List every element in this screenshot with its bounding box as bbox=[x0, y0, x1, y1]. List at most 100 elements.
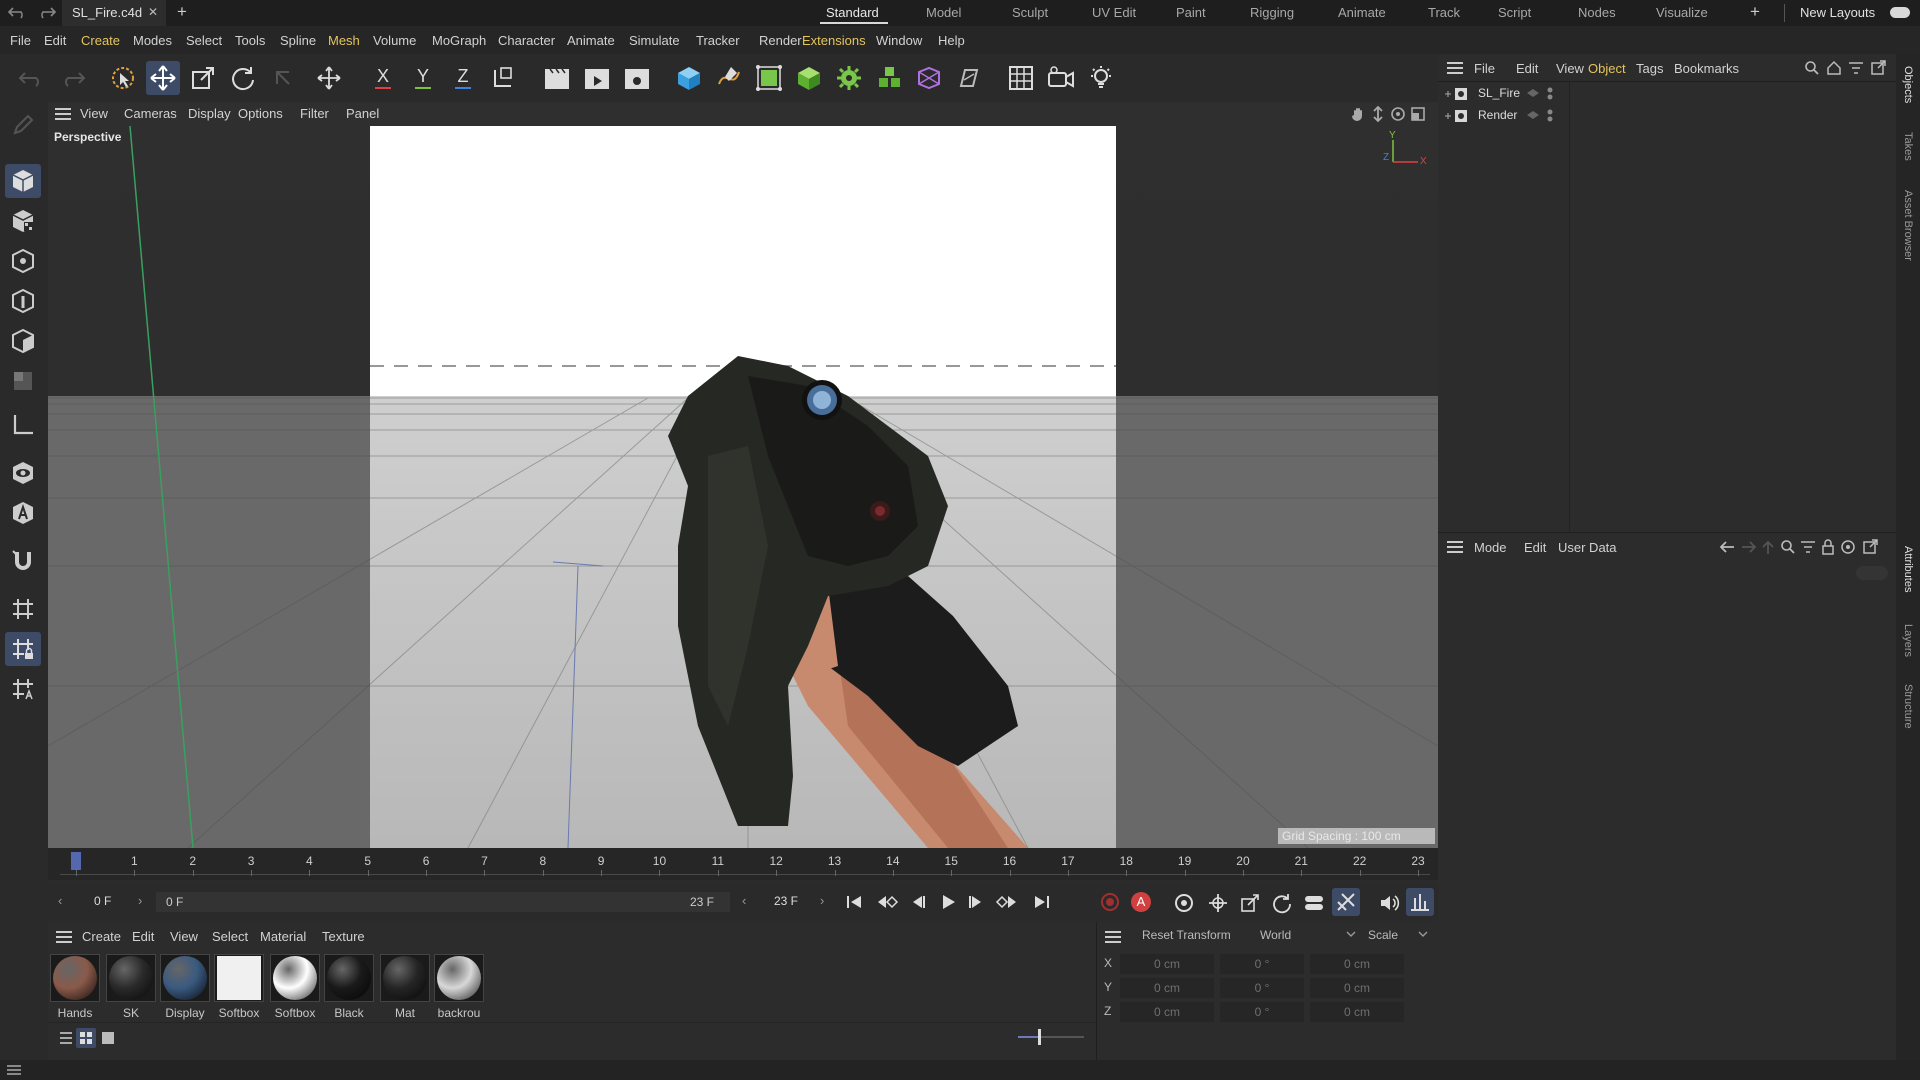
filter-icon[interactable] bbox=[1800, 539, 1816, 555]
layout-tab-visualize[interactable]: Visualize bbox=[1656, 5, 1708, 20]
key-pla-icon[interactable] bbox=[1332, 888, 1360, 916]
rotation-field[interactable]: 0 ° bbox=[1220, 978, 1304, 998]
pan-hand-icon[interactable] bbox=[1350, 106, 1366, 122]
sound-icon[interactable] bbox=[1378, 892, 1400, 914]
hamburger-icon[interactable] bbox=[54, 107, 72, 121]
render-picture-viewer-icon[interactable] bbox=[580, 61, 614, 95]
layout-tab-uv-edit[interactable]: UV Edit bbox=[1092, 5, 1136, 20]
menu-simulate[interactable]: Simulate bbox=[629, 33, 680, 48]
menu-edit[interactable]: Edit bbox=[44, 33, 66, 48]
filter-icon[interactable] bbox=[1848, 60, 1864, 76]
menu-select[interactable]: Select bbox=[186, 33, 222, 48]
key-position-icon[interactable] bbox=[1207, 892, 1229, 914]
search-icon[interactable] bbox=[1780, 539, 1796, 555]
key-rotation-icon[interactable] bbox=[1271, 892, 1293, 914]
new-window-icon[interactable] bbox=[1870, 60, 1886, 76]
axis-x-lock[interactable]: X bbox=[366, 61, 400, 95]
next-key-icon[interactable] bbox=[994, 893, 1018, 911]
grid-view-icon[interactable] bbox=[76, 1028, 96, 1048]
close-tab-icon[interactable]: ✕ bbox=[148, 5, 158, 19]
deformer-icon[interactable] bbox=[912, 61, 946, 95]
light-icon[interactable] bbox=[1084, 61, 1118, 95]
object-menu-edit[interactable]: Edit bbox=[1516, 61, 1538, 76]
layout-tab-script[interactable]: Script bbox=[1498, 5, 1531, 20]
range-slider[interactable]: 0 F 23 F bbox=[156, 892, 730, 912]
material-menu-material[interactable]: Material bbox=[260, 929, 306, 944]
toggle-icon[interactable] bbox=[1890, 7, 1910, 18]
viewport-menu-options[interactable]: Options bbox=[238, 106, 283, 121]
material-swatch[interactable] bbox=[50, 954, 100, 1002]
layout-tab-standard[interactable]: Standard bbox=[826, 5, 879, 20]
polygons-mode-icon[interactable] bbox=[5, 324, 41, 358]
object-menu-object[interactable]: Object bbox=[1588, 61, 1626, 76]
playhead[interactable] bbox=[71, 852, 81, 870]
rotation-field[interactable]: 0 ° bbox=[1220, 954, 1304, 974]
go-to-end-icon[interactable] bbox=[1032, 893, 1052, 911]
redo-icon[interactable] bbox=[36, 4, 56, 20]
list-view-icon[interactable] bbox=[58, 1030, 74, 1046]
menu-extensions[interactable]: Extensions bbox=[802, 33, 866, 48]
menu-volume[interactable]: Volume bbox=[373, 33, 416, 48]
chevron-left-icon[interactable]: ‹ bbox=[742, 893, 746, 908]
axis-mode-icon[interactable] bbox=[5, 408, 41, 442]
material-swatch[interactable] bbox=[270, 954, 320, 1002]
prev-key-icon[interactable] bbox=[876, 893, 900, 911]
layout-tab-paint[interactable]: Paint bbox=[1176, 5, 1206, 20]
space-dropdown[interactable]: World bbox=[1252, 926, 1362, 946]
object-menu-tags[interactable]: Tags bbox=[1636, 61, 1663, 76]
menu-help[interactable]: Help bbox=[938, 33, 965, 48]
large-view-icon[interactable] bbox=[100, 1030, 116, 1046]
back-arrow-icon[interactable] bbox=[1718, 539, 1736, 555]
layer-icon[interactable] bbox=[1526, 87, 1540, 101]
render-view-icon[interactable] bbox=[540, 61, 574, 95]
search-icon[interactable] bbox=[1804, 60, 1820, 76]
record-icon[interactable] bbox=[1100, 892, 1120, 912]
menu-tools[interactable]: Tools bbox=[235, 33, 265, 48]
scale-field[interactable]: 0 cm bbox=[1310, 1002, 1404, 1022]
material-swatch[interactable] bbox=[106, 954, 156, 1002]
edit-pen-icon[interactable] bbox=[5, 108, 41, 142]
viewport-menu-display[interactable]: Display bbox=[188, 106, 231, 121]
menu-mograph[interactable]: MoGraph bbox=[432, 33, 486, 48]
dolly-icon[interactable] bbox=[1370, 106, 1386, 122]
model-mode-icon[interactable] bbox=[5, 164, 41, 198]
reset-transform-button[interactable]: Reset Transform bbox=[1142, 928, 1231, 942]
list-item[interactable]: SL_Fire bbox=[1438, 84, 1568, 104]
points-mode-icon[interactable] bbox=[5, 244, 41, 278]
add-layout-icon[interactable]: + bbox=[1750, 2, 1760, 22]
transform-icon[interactable] bbox=[312, 61, 346, 95]
material-swatch[interactable] bbox=[380, 954, 430, 1002]
current-frame-field[interactable]: 0 F bbox=[94, 894, 111, 908]
orbit-icon[interactable] bbox=[1390, 106, 1406, 122]
home-icon[interactable] bbox=[1826, 60, 1842, 76]
menu-animate[interactable]: Animate bbox=[567, 33, 615, 48]
layout-tab-rigging[interactable]: Rigging bbox=[1250, 5, 1294, 20]
mode-dropdown[interactable]: Scale bbox=[1362, 926, 1432, 946]
workplane-icon[interactable] bbox=[5, 592, 41, 626]
magnet-snap-icon[interactable] bbox=[5, 544, 41, 578]
next-frame-icon[interactable] bbox=[966, 893, 986, 911]
end-frame-field[interactable]: 23 F bbox=[774, 894, 798, 908]
layout-tab-nodes[interactable]: Nodes bbox=[1578, 5, 1616, 20]
cube-icon[interactable] bbox=[672, 61, 706, 95]
material-swatch[interactable] bbox=[434, 954, 484, 1002]
prev-frame-icon[interactable] bbox=[908, 893, 928, 911]
hamburger-icon[interactable] bbox=[1104, 930, 1122, 944]
rotate-tool-icon[interactable] bbox=[226, 61, 260, 95]
axis-y-lock[interactable]: Y bbox=[406, 61, 440, 95]
layout-tab-track[interactable]: Track bbox=[1428, 5, 1460, 20]
menu-file[interactable]: File bbox=[10, 33, 31, 48]
texture-mode-icon[interactable] bbox=[5, 204, 41, 238]
hamburger-icon[interactable] bbox=[6, 1064, 22, 1076]
scene-grid-icon[interactable] bbox=[1004, 61, 1038, 95]
list-item[interactable]: Render bbox=[1438, 106, 1568, 126]
material-swatch[interactable] bbox=[214, 954, 264, 1002]
hamburger-icon[interactable] bbox=[1446, 61, 1464, 75]
key-parameter-icon[interactable] bbox=[1303, 892, 1325, 914]
layout-tab-animate[interactable]: Animate bbox=[1338, 5, 1386, 20]
maximize-view-icon[interactable] bbox=[1410, 106, 1426, 122]
file-tab[interactable]: SL_Fire.c4d ✕ bbox=[62, 0, 166, 26]
key-scale-icon[interactable] bbox=[1239, 892, 1261, 914]
object-menu-view[interactable]: View bbox=[1556, 61, 1584, 76]
forward-arrow-icon[interactable] bbox=[1740, 539, 1758, 555]
